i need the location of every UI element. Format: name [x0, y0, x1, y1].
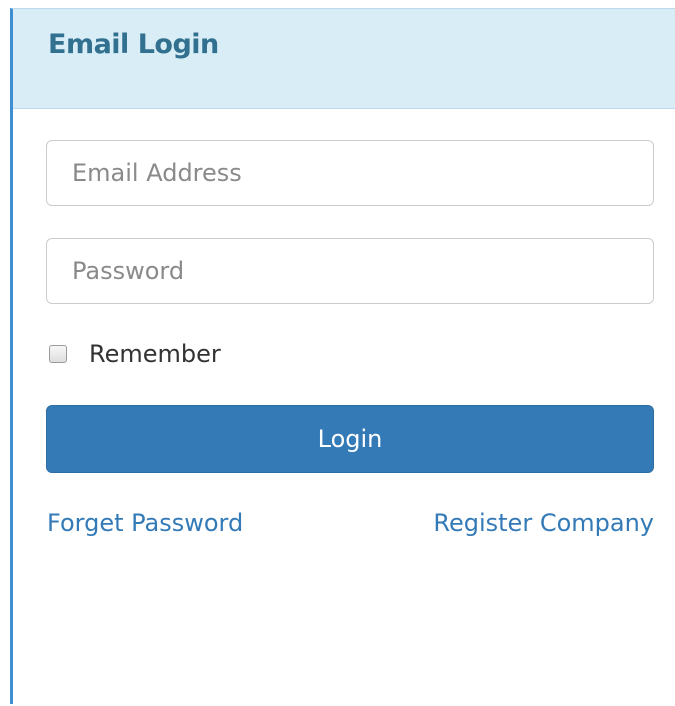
login-button[interactable]: Login: [46, 405, 654, 473]
email-address-input[interactable]: [46, 140, 654, 206]
remember-label[interactable]: Remember: [89, 340, 221, 368]
remember-checkbox[interactable]: [49, 345, 67, 363]
remember-option[interactable]: Remember: [49, 339, 221, 369]
panel-title: Email Login: [48, 29, 219, 60]
panel-heading: Email Login: [13, 9, 675, 109]
email-login-panel: Email Login Remember Login Forget Passwo…: [10, 8, 675, 704]
forget-password-link[interactable]: Forget Password: [47, 509, 243, 537]
register-company-link[interactable]: Register Company: [433, 509, 654, 537]
password-input[interactable]: [46, 238, 654, 304]
